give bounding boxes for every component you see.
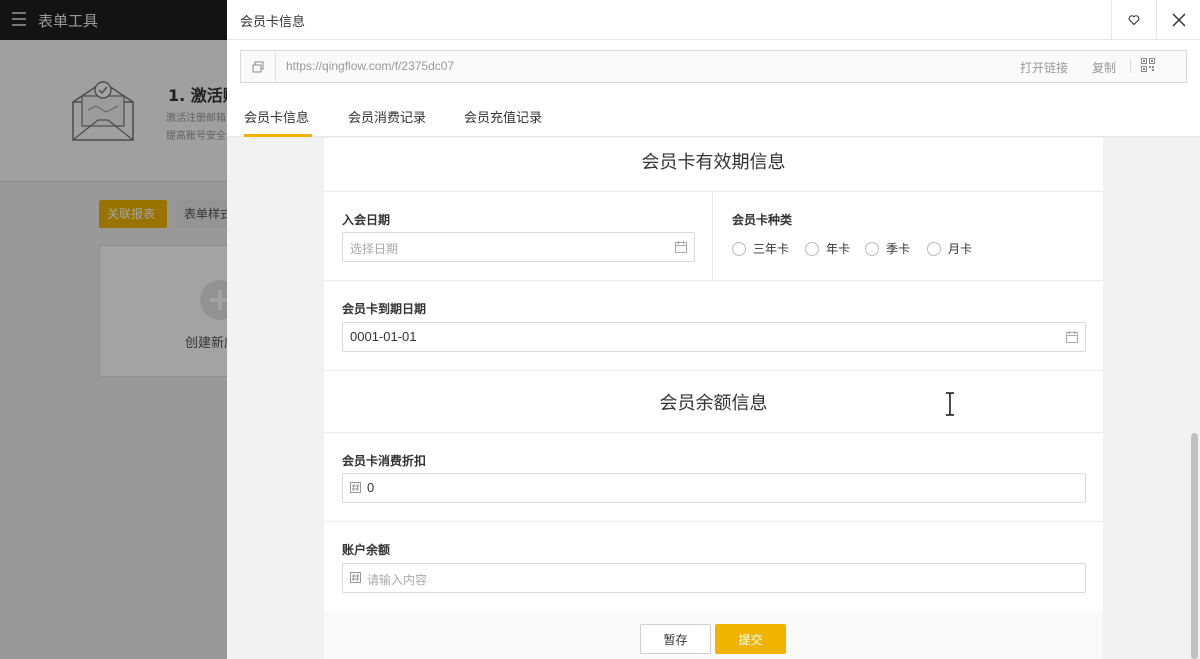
join-date-picker[interactable]: 选择日期 [342,232,695,262]
share-link-url[interactable]: https://qingflow.com/f/2375dc07 [286,59,454,73]
copy-window-icon [252,61,264,72]
submit-button[interactable]: 提交 [715,624,786,654]
link-icon-box [241,51,276,82]
card-type-option-quarter[interactable]: 季卡 [865,240,910,257]
share-link-bar: https://qingflow.com/f/2375dc07 打开链接 复制 [240,50,1187,83]
number-icon [350,572,361,583]
divider [324,191,1103,192]
balance-label: 账户余额 [342,543,391,557]
card-type-option-three-year[interactable]: 三年卡 [732,240,789,257]
divider [1130,59,1131,73]
expire-date-value: 0001-01-01 [350,329,417,344]
tab-recharge-records[interactable]: 会员充值记录 [464,107,542,126]
radio-icon [865,241,879,256]
qrcode-icon[interactable] [1141,58,1155,72]
tab-consumption-records[interactable]: 会员消费记录 [348,107,426,126]
discount-label: 会员卡消费折扣 [342,454,427,468]
card-type-option-year[interactable]: 年卡 [805,240,850,257]
join-date-label: 入会日期 [342,213,391,227]
expire-date-picker[interactable]: 0001-01-01 [342,322,1086,352]
number-icon [350,482,361,493]
discount-value: 0 [367,480,375,495]
balance-placeholder: 请输入内容 [367,573,428,587]
form-card: 会员卡有效期信息 入会日期 选择日期 会员卡种类 三年卡 年卡 季卡 月卡 会员… [324,138,1103,611]
divider [712,191,713,280]
tab-member-card-info[interactable]: 会员卡信息 [244,107,309,126]
close-button[interactable] [1156,0,1200,39]
section-title-balance: 会员余额信息 [659,393,768,414]
share-link-area: https://qingflow.com/f/2375dc07 打开链接 复制 [227,40,1200,93]
drawer-title: 会员卡信息 [240,15,306,30]
divider [324,370,1103,371]
record-drawer: 会员卡信息 https://qingflow.com/f/2375dc07 打开… [227,0,1200,659]
open-link-button[interactable]: 打开链接 [1020,59,1068,76]
radio-icon [805,241,819,256]
close-icon [1172,12,1186,27]
card-type-label: 会员卡种类 [732,213,793,227]
discount-input[interactable]: 0 [342,473,1086,503]
drawer-tabs: 会员卡信息 会员消费记录 会员充值记录 [227,93,1200,137]
calendar-icon [1066,331,1078,343]
radio-icon [927,241,941,256]
calendar-icon [675,241,687,253]
divider [324,521,1103,522]
expire-date-label: 会员卡到期日期 [342,302,427,316]
form-footer: 暂存 提交 [324,611,1103,659]
drawer-header: 会员卡信息 [227,0,1200,40]
text-cursor-icon [946,392,954,416]
card-type-option-month[interactable]: 月卡 [927,240,972,257]
heart-icon [1128,14,1140,25]
save-draft-button[interactable]: 暂存 [640,624,711,654]
section-title-validity: 会员卡有效期信息 [641,152,786,173]
scrollbar-thumb[interactable] [1191,433,1198,659]
copy-link-button[interactable]: 复制 [1092,59,1116,76]
join-date-placeholder: 选择日期 [350,242,399,256]
divider [324,280,1103,281]
radio-icon [732,241,746,256]
balance-input[interactable]: 请输入内容 [342,563,1086,593]
divider [324,432,1103,433]
favorite-button[interactable] [1111,0,1156,39]
active-tab-indicator [244,134,312,137]
